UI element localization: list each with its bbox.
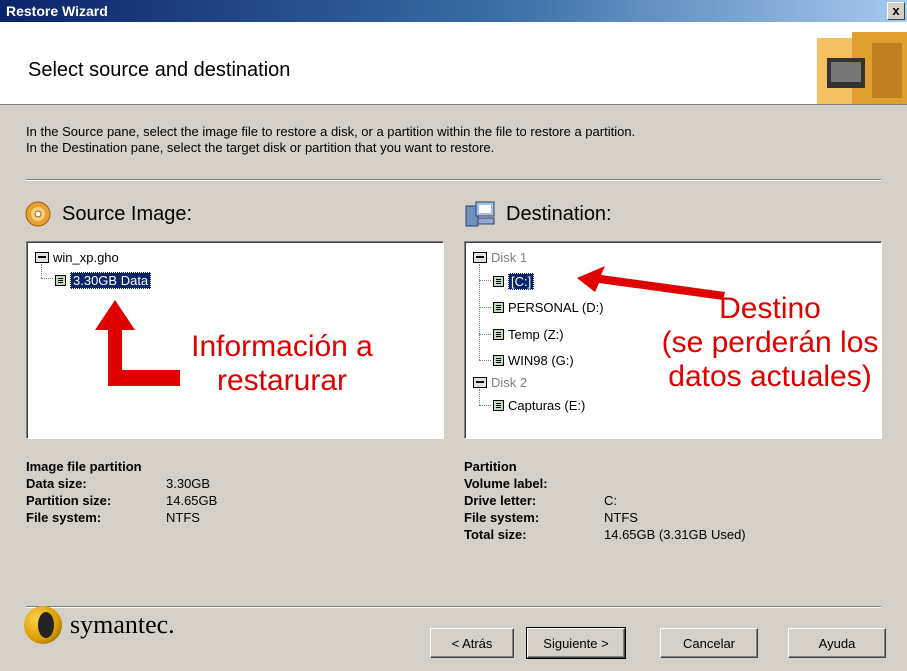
partition-icon [55, 275, 66, 286]
destination-heading: Destination: [464, 200, 612, 228]
annotation-line: (se perderán los [661, 326, 879, 359]
info-value: NTFS [166, 510, 200, 525]
partition-icon [493, 276, 504, 287]
partition-label: [C:] [508, 273, 535, 290]
info-heading: Partition [464, 459, 517, 474]
tree-item-image-file[interactable]: win_xp.gho [35, 250, 119, 265]
divider [26, 179, 881, 181]
title-bar: Restore Wizard x [0, 0, 907, 22]
source-pane[interactable]: win_xp.gho 3.30GB Data Información a res… [26, 241, 444, 439]
annotation-line: Destino [719, 292, 821, 325]
info-label: Partition size: [26, 493, 112, 508]
tree-connector [479, 280, 491, 281]
info-label: File system: [26, 510, 102, 525]
info-value: 14.65GB (3.31GB Used) [604, 527, 746, 542]
computer-icon [465, 201, 495, 227]
tree-connector [41, 278, 53, 279]
annotation-line: restarurar [216, 364, 348, 397]
symantec-logo-icon [24, 606, 62, 644]
next-button[interactable]: Siguiente > [526, 627, 626, 659]
image-file-icon [35, 252, 49, 263]
annotation-line: datos actuales) [668, 360, 872, 393]
header-illustration [787, 28, 907, 104]
destination-pane[interactable]: Disk 1 [C:] PERSONAL (D:) Temp (Z:) WIN9… [464, 241, 882, 439]
info-value: 3.30GB [166, 476, 211, 491]
info-value: 14.65GB [166, 493, 218, 508]
info-label: Data size: [26, 476, 87, 491]
destination-annotation: Destino (se perderán los datos actuales) [645, 292, 895, 394]
tree-connector [479, 334, 491, 335]
partition-icon [493, 400, 504, 411]
cancel-button[interactable]: Cancelar [660, 628, 758, 658]
disk1-label: Disk 1 [491, 250, 528, 265]
tree-connector [479, 360, 491, 361]
partition-label: Temp (Z:) [508, 327, 564, 342]
tree-connector [479, 389, 480, 405]
destination-title: Destination: [506, 202, 612, 225]
partition-icon [493, 355, 504, 366]
destination-info: Partition Volume label: Drive letter: C: … [464, 458, 746, 543]
tree-item-partition-z[interactable]: Temp (Z:) [493, 327, 564, 342]
source-info: Image file partition Data size: 3.30GB Pa… [26, 458, 217, 526]
tree-item-disk1[interactable]: Disk 1 [473, 250, 527, 265]
info-label: Total size: [464, 527, 527, 542]
tree-item-disk2[interactable]: Disk 2 [473, 375, 527, 390]
partition-icon [493, 302, 504, 313]
partition-icon [493, 329, 504, 340]
instruction-line: In the Destination pane, select the targ… [26, 140, 495, 155]
tree-connector [41, 264, 42, 278]
cd-icon [25, 201, 51, 227]
back-button[interactable]: < Atrás [430, 628, 514, 658]
tree-connector [479, 264, 480, 360]
info-value: C: [604, 493, 617, 508]
partition-label: Capturas (E:) [508, 398, 586, 413]
disk-icon [473, 252, 487, 263]
close-button[interactable]: x [887, 2, 905, 20]
tree-connector [479, 405, 491, 406]
tree-item-partition-c[interactable]: [C:] [493, 273, 535, 290]
info-label: Drive letter: [464, 493, 537, 508]
tree-item-source-partition[interactable]: 3.30GB Data [55, 272, 152, 289]
symantec-logo: symantec. [24, 606, 175, 644]
disk2-label: Disk 2 [491, 375, 528, 390]
image-file-label: win_xp.gho [53, 250, 119, 265]
window-title: Restore Wizard [6, 3, 108, 19]
wizard-header: Select source and destination [0, 22, 907, 105]
logo-text: symantec. [70, 610, 175, 639]
help-button[interactable]: Ayuda [788, 628, 886, 658]
source-heading: Source Image: [24, 200, 192, 228]
instruction-line: In the Source pane, select the image fil… [26, 124, 636, 139]
info-label: Volume label: [464, 476, 548, 491]
tree-connector [479, 307, 491, 308]
instructions: In the Source pane, select the image fil… [26, 124, 635, 156]
tree-item-partition-g[interactable]: WIN98 (G:) [493, 353, 574, 368]
partition-label: WIN98 (G:) [508, 353, 574, 368]
source-title: Source Image: [62, 202, 193, 225]
source-annotation: Información a restarurar [167, 330, 397, 398]
annotation-line: Información a [191, 330, 373, 363]
source-partition-label: 3.30GB Data [70, 272, 152, 289]
tree-item-partition-e[interactable]: Capturas (E:) [493, 398, 585, 413]
info-label: File system: [464, 510, 540, 525]
info-value: NTFS [604, 510, 638, 525]
info-heading: Image file partition [26, 459, 142, 474]
disk-icon [473, 377, 487, 388]
page-title: Select source and destination [28, 59, 291, 81]
